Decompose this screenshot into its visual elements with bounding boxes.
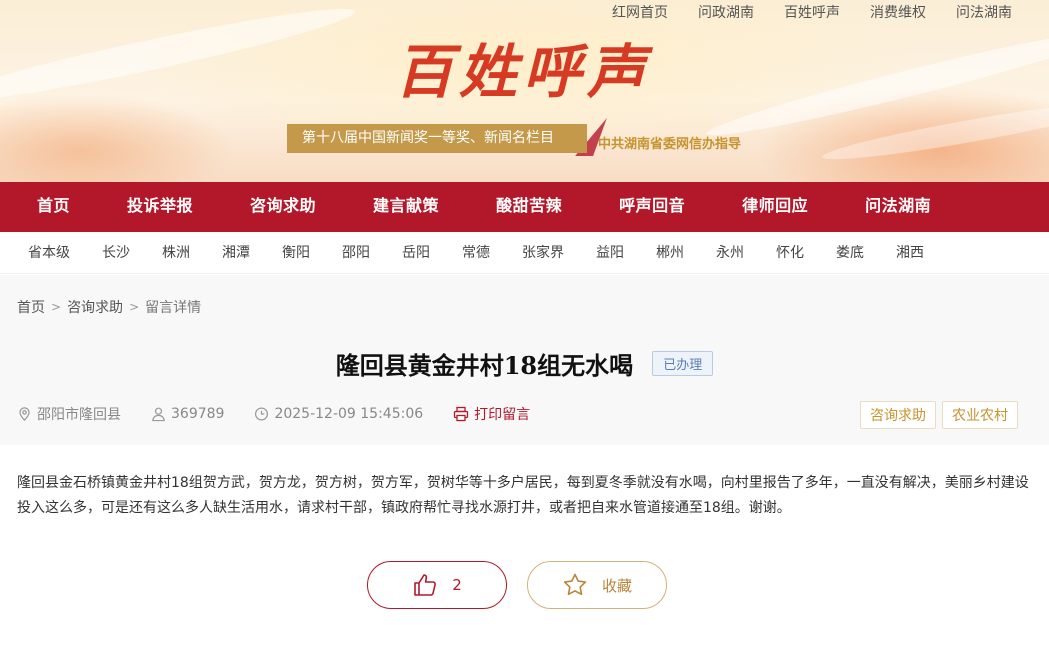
- site-logo[interactable]: 百姓呼声: [395, 36, 651, 108]
- breadcrumb-separator: >: [129, 300, 140, 314]
- nav-response[interactable]: 呼声回音: [619, 182, 685, 232]
- meta-location: 邵阳市隆回县: [17, 404, 121, 424]
- city-item[interactable]: 永州: [716, 232, 744, 273]
- favorite-label: 收藏: [601, 576, 632, 595]
- breadcrumb-separator: >: [51, 300, 62, 314]
- toplink-wenfa[interactable]: 问法湖南: [956, 2, 1012, 22]
- top-links: 红网首页 问政湖南 百姓呼声 消费维权 问法湖南: [612, 2, 1012, 22]
- toplink-hongwang[interactable]: 红网首页: [612, 2, 668, 22]
- meta-user: 369789: [151, 406, 224, 422]
- post-title: 隆回县黄金井村18组无水喝: [335, 351, 634, 380]
- meta-time: 2025-12-09 15:45:06: [254, 406, 423, 422]
- clock-icon: [255, 407, 269, 421]
- printer-icon: [454, 406, 469, 422]
- toplink-xiaofei[interactable]: 消费维权: [870, 2, 926, 22]
- user-icon: [152, 407, 165, 422]
- city-nav: 省本级 长沙 株洲 湘潭 衡阳 邵阳 岳阳 常德 张家界 益阳 郴州 永州 怀化…: [0, 232, 1049, 274]
- datetime-text: 2025-12-09 15:45:06: [274, 406, 424, 422]
- nav-complaint[interactable]: 投诉举报: [127, 182, 193, 232]
- favorite-button[interactable]: 收藏: [527, 561, 667, 609]
- slogan-banner: 第十八届中国新闻奖一等奖、新闻名栏目: [287, 124, 587, 153]
- post-meta: 邵阳市隆回县 369789 2025-12-09 15:45:06 打印留言: [17, 404, 560, 424]
- guidance-text: 中共湖南省委网信办指导: [598, 137, 742, 152]
- city-item[interactable]: 省本级: [28, 232, 70, 273]
- star-icon: [563, 573, 587, 596]
- toplink-wenzheng[interactable]: 问政湖南: [698, 2, 754, 22]
- nav-life[interactable]: 酸甜苦辣: [496, 182, 562, 232]
- post-title-row: 隆回县黄金井村18组无水喝 已办理: [0, 346, 1049, 381]
- nav-lawyer[interactable]: 律师回应: [742, 182, 808, 232]
- city-item[interactable]: 长沙: [102, 232, 130, 273]
- city-item[interactable]: 郴州: [656, 232, 684, 273]
- user-id-text: 369789: [171, 406, 225, 422]
- breadcrumb-current: 留言详情: [145, 300, 202, 316]
- location-text: 邵阳市隆回县: [37, 407, 121, 423]
- city-item[interactable]: 常德: [462, 232, 490, 273]
- nav-law-hunan[interactable]: 问法湖南: [865, 182, 931, 232]
- city-item[interactable]: 张家界: [522, 232, 564, 273]
- breadcrumb-section[interactable]: 咨询求助: [67, 297, 123, 317]
- city-item[interactable]: 岳阳: [402, 232, 430, 273]
- like-button[interactable]: 2: [367, 561, 507, 609]
- location-icon: [19, 407, 30, 421]
- print-button[interactable]: 打印留言: [453, 404, 530, 424]
- print-label: 打印留言: [474, 407, 531, 423]
- city-item[interactable]: 株洲: [162, 232, 190, 273]
- thumbs-up-icon: [414, 574, 437, 596]
- toplink-baixing[interactable]: 百姓呼声: [784, 2, 840, 22]
- like-count: 2: [452, 576, 462, 594]
- city-item[interactable]: 邵阳: [342, 232, 370, 273]
- status-badge: 已办理: [652, 351, 714, 376]
- breadcrumb-home[interactable]: 首页: [17, 297, 45, 317]
- city-item[interactable]: 怀化: [776, 232, 804, 273]
- breadcrumb: 首页 > 咨询求助 > 留言详情: [17, 297, 201, 317]
- nav-suggestion[interactable]: 建言献策: [373, 182, 439, 232]
- tag-department[interactable]: 农业农村: [942, 401, 1018, 429]
- city-item[interactable]: 湘西: [896, 232, 924, 273]
- banner-decoration: [0, 0, 359, 114]
- nav-home[interactable]: 首页: [37, 182, 70, 232]
- post-content: 隆回县金石桥镇黄金井村18组贺方武，贺方龙，贺方树，贺方军，贺树华等十多户居民，…: [17, 475, 1029, 516]
- nav-consult[interactable]: 咨询求助: [250, 182, 316, 232]
- main-nav: 首页 投诉举报 咨询求助 建言献策 酸甜苦辣 呼声回音 律师回应 问法湖南: [0, 182, 1049, 232]
- city-item[interactable]: 益阳: [596, 232, 624, 273]
- post-tags: 咨询求助 农业农村: [860, 401, 1018, 429]
- city-item[interactable]: 湘潭: [222, 232, 250, 273]
- city-item[interactable]: 衡阳: [282, 232, 310, 273]
- tag-category[interactable]: 咨询求助: [860, 401, 936, 429]
- header-banner: 红网首页 问政湖南 百姓呼声 消费维权 问法湖南 百姓呼声 第十八届中国新闻奖一…: [0, 0, 1049, 182]
- city-item[interactable]: 娄底: [836, 232, 864, 273]
